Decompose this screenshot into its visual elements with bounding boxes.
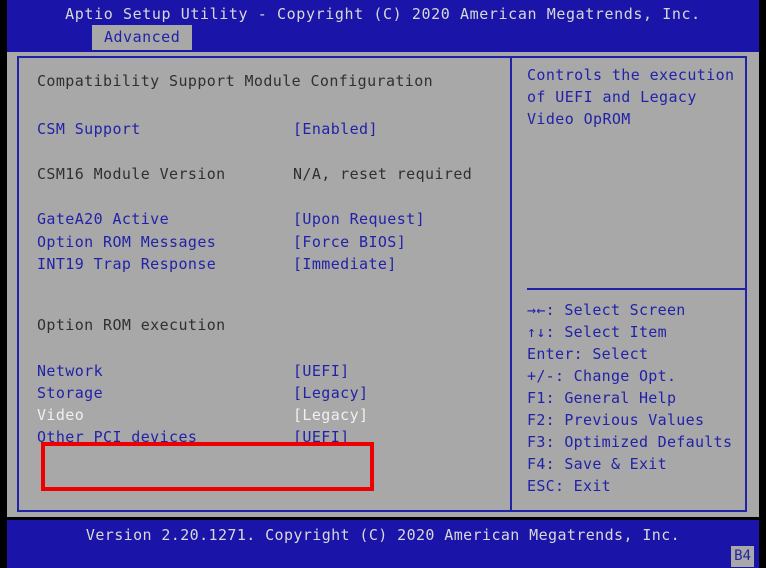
setting-label: Option ROM Messages [37, 233, 217, 251]
setting-row[interactable]: Network [UEFI] [37, 362, 497, 383]
help-text-line: of UEFI and Legacy [527, 88, 697, 106]
key-legend-line: Enter: Select [527, 345, 649, 363]
help-pane: Controls the execution of UEFI and Legacy… [519, 58, 755, 510]
setting-row[interactable]: Option ROM Messages [Force BIOS] [37, 233, 497, 254]
key-legend-line: ESC: Exit [527, 477, 611, 495]
setting-row[interactable]: Video [Legacy] [37, 406, 497, 427]
help-separator [527, 288, 745, 290]
setting-row[interactable]: GateA20 Active [Upon Request] [37, 210, 497, 231]
setting-value[interactable]: [Legacy] [293, 406, 368, 424]
page-title: Aptio Setup Utility - Copyright (C) 2020… [65, 5, 701, 23]
setting-value[interactable]: N/A, reset required [293, 165, 472, 183]
setting-label: CSM16 Module Version [37, 165, 226, 183]
setting-label: GateA20 Active [37, 210, 170, 228]
tab-advanced[interactable]: Advanced [92, 25, 193, 50]
setting-label: Other PCI devices [37, 428, 198, 446]
setting-value[interactable]: [Immediate] [293, 255, 397, 273]
key-legend-line: +/-: Change Opt. [527, 367, 677, 385]
key-legend-line: ↑↓: Select Item [527, 323, 667, 341]
setting-value[interactable]: [Upon Request] [293, 210, 425, 228]
section-title: Compatibility Support Module Configurati… [37, 72, 434, 90]
version-text: Version 2.20.1271. Copyright (C) 2020 Am… [85, 526, 681, 544]
setting-value[interactable]: [UEFI] [293, 362, 350, 380]
help-text-line: Controls the execution [527, 66, 735, 84]
setting-row[interactable]: Storage [Legacy] [37, 384, 497, 405]
key-legend-line: F1: General Help [527, 389, 677, 407]
setting-label: INT19 Trap Response [37, 255, 217, 273]
footer-bar: Version 2.20.1271. Copyright (C) 2020 Am… [7, 520, 759, 568]
setting-value[interactable]: [UEFI] [293, 428, 350, 446]
setting-label: Video [37, 406, 85, 424]
setting-row[interactable]: Other PCI devices [UEFI] [37, 428, 497, 449]
key-legend-line: →←: Select Screen [527, 301, 686, 319]
key-legend-line: F2: Previous Values [527, 411, 705, 429]
setting-value[interactable]: [Force BIOS] [293, 233, 406, 251]
setting-value[interactable]: [Legacy] [293, 384, 368, 402]
help-text-line: Video OpROM [527, 110, 631, 128]
title-bar: Aptio Setup Utility - Copyright (C) 2020… [7, 0, 759, 52]
tab-strip: Advanced [7, 25, 759, 50]
setting-value[interactable]: [Enabled] [293, 120, 378, 138]
setting-row[interactable]: CSM16 Module Version N/A, reset required [37, 165, 497, 186]
key-legend-line: F4: Save & Exit [527, 455, 667, 473]
bios-setup-screen: Aptio Setup Utility - Copyright (C) 2020… [0, 0, 766, 568]
main-body: Compatibility Support Module Configurati… [7, 52, 759, 517]
setting-row[interactable]: CSM Support [Enabled] [37, 120, 497, 141]
pane-divider [510, 56, 512, 512]
annotation-highlight-box [41, 442, 374, 491]
settings-pane: Compatibility Support Module Configurati… [21, 58, 509, 510]
key-legend-line: F3: Optimized Defaults [527, 433, 733, 451]
setting-label: Network [37, 362, 104, 380]
group-title: Option ROM execution [37, 316, 226, 334]
corner-badge: B4 [731, 546, 754, 567]
setting-label: CSM Support [37, 120, 141, 138]
setting-label: Storage [37, 384, 104, 402]
setting-row[interactable]: INT19 Trap Response [Immediate] [37, 255, 497, 276]
